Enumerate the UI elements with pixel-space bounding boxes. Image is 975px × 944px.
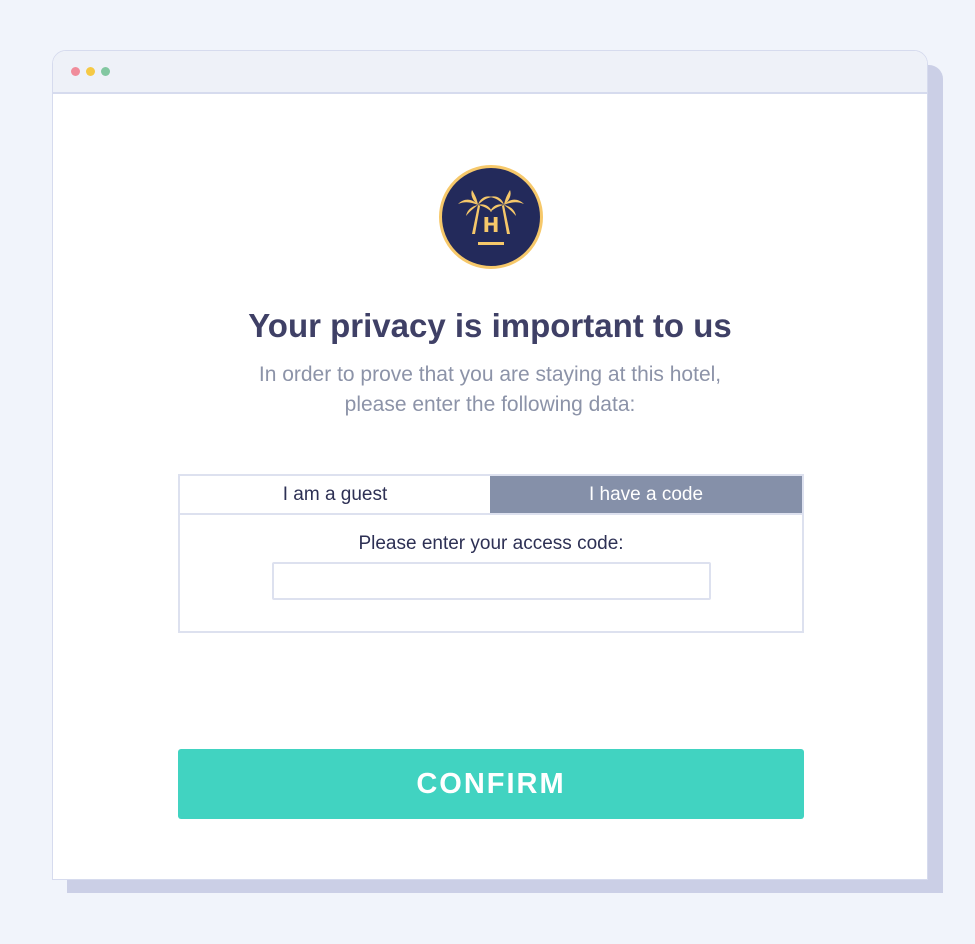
window-titlebar	[53, 51, 927, 94]
subtitle-line-2: please enter the following data:	[344, 393, 636, 416]
minimize-dot[interactable]	[86, 67, 95, 76]
verification-tabs: I am a guest I have a code Please enter …	[178, 474, 804, 633]
close-dot[interactable]	[71, 67, 80, 76]
subtitle-line-1: In order to prove that you are staying a…	[258, 363, 722, 386]
browser-window: H Your privacy is important to us In ord…	[52, 50, 928, 880]
logo-letter: H	[483, 213, 500, 237]
tab-i-have-a-code[interactable]: I have a code	[490, 476, 802, 513]
access-code-input[interactable]	[272, 562, 711, 600]
page-title: Your privacy is important to us	[248, 307, 732, 344]
palm-tree-hotel-logo-icon: H	[439, 165, 543, 269]
access-code-label: Please enter your access code:	[358, 533, 624, 554]
page-subtitle: In order to prove that you are staying a…	[53, 360, 927, 420]
tab-i-am-a-guest[interactable]: I am a guest	[180, 476, 490, 513]
maximize-dot[interactable]	[101, 67, 110, 76]
confirm-button[interactable]: CONFIRM	[178, 749, 804, 819]
tab-row: I am a guest I have a code	[180, 476, 802, 515]
